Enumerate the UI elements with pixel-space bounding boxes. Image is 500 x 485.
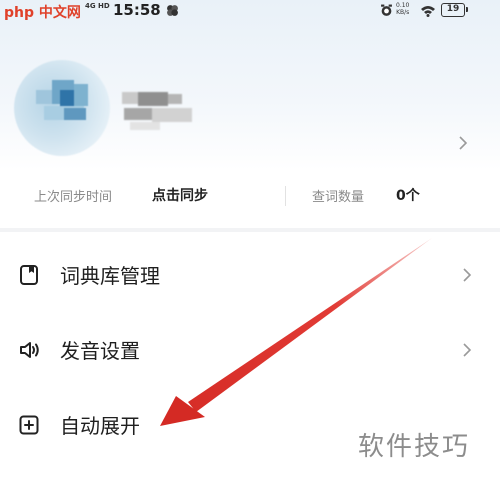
network-speed-value: 0.10 (396, 2, 410, 9)
dictionary-icon (20, 265, 38, 285)
word-count-value: 0个 (396, 188, 420, 204)
sync-stats: 上次同步时间 点击同步 查词数量 0个 (0, 180, 500, 210)
site-logo-watermark: php 中文网 (4, 5, 81, 21)
alarm-icon (381, 4, 392, 16)
menu-item-pronunciation-settings[interactable]: 发音设置 (0, 315, 500, 385)
last-sync-label: 上次同步时间 (34, 190, 113, 205)
watermark-text: 软件技巧 (358, 432, 471, 462)
status-time: 15:58 (113, 1, 161, 19)
speaker-icon (20, 342, 39, 358)
avatar[interactable] (14, 60, 110, 156)
section-divider (0, 228, 500, 232)
status-bar: php 中文网 4G HD 15:58 0.10 KB/s 19 (0, 0, 500, 26)
profile-card[interactable] (0, 50, 500, 156)
battery-indicator: 19 (441, 3, 468, 17)
username (120, 72, 216, 130)
word-count-label: 查词数量 (312, 190, 365, 205)
sync-now-link[interactable]: 点击同步 (152, 185, 208, 205)
chevron-right-icon (463, 343, 472, 357)
pinwheel-icon (167, 5, 178, 16)
menu-item-dictionary-management[interactable]: 词典库管理 (0, 240, 500, 310)
wifi-icon (421, 6, 435, 17)
signal-indicator: 4G HD (85, 2, 110, 10)
stats-divider (285, 186, 286, 206)
menu-label: 发音设置 (60, 339, 140, 363)
menu-label: 词典库管理 (60, 264, 160, 288)
chevron-right-icon (459, 136, 468, 150)
menu-label: 自动展开 (60, 414, 140, 438)
chevron-right-icon (463, 268, 472, 282)
network-speed-unit: KB/s (396, 9, 410, 16)
network-speed: 0.10 KB/s (396, 2, 409, 16)
expand-square-icon (19, 415, 39, 435)
